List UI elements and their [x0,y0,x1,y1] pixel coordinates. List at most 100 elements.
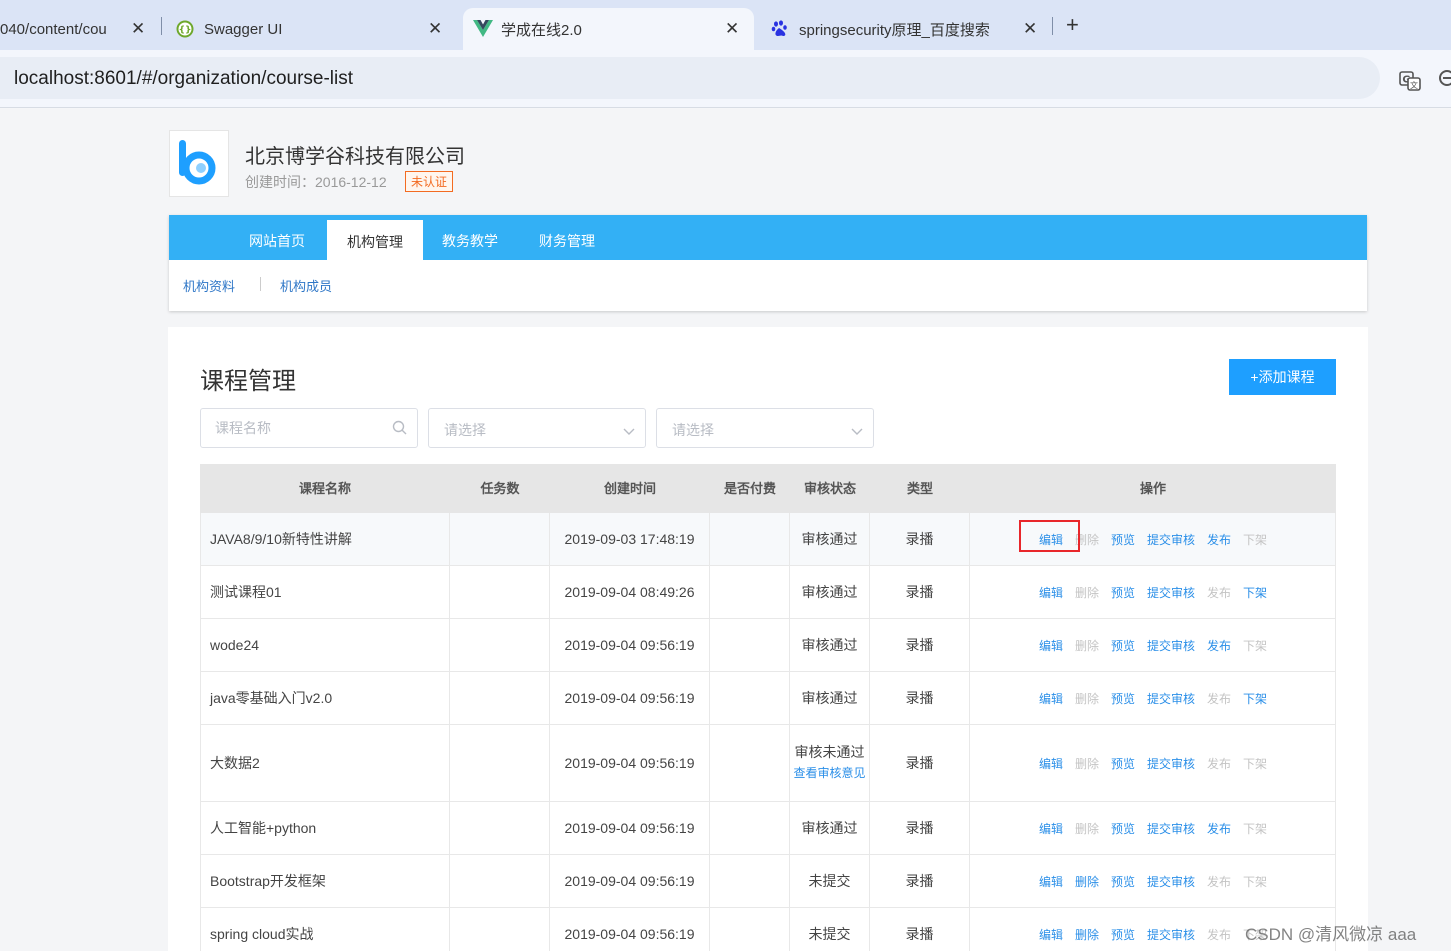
cell-paid [710,672,790,724]
unpublish-link[interactable]: 下架 [1243,584,1267,601]
row-actions: 编辑 删除 预览 提交审核 发布 下架 [970,584,1336,601]
publish-link: 发布 [1207,756,1232,771]
cell-type: 录播 [870,802,970,854]
cell-tasks [450,908,550,951]
close-tab-icon[interactable]: ✕ [1023,19,1037,39]
edit-link[interactable]: 编辑 [1039,820,1063,837]
cell-paid [710,908,790,951]
status-text: 审核通过 [801,636,858,653]
close-tab-icon[interactable]: ✕ [428,19,442,39]
submit-review-link[interactable]: 提交审核 [1147,690,1195,707]
nav-item-teaching[interactable]: 教务教学 [429,215,511,260]
preview-link[interactable]: 预览 [1111,755,1135,772]
status-box: 审核通过 [802,529,858,550]
preview-link[interactable]: 预览 [1111,926,1135,943]
preview-link[interactable]: 预览 [1111,637,1135,654]
course-name-input[interactable] [215,418,375,438]
translate-icon[interactable]: G文 [1399,70,1421,97]
cell-status: 审核通过 [790,513,870,565]
edit-link[interactable]: 编辑 [1039,926,1063,943]
browser-tab-content[interactable]: 040/content/cou ✕ [0,8,160,50]
submit-review-link[interactable]: 提交审核 [1147,755,1195,772]
status-box: 未提交 [809,871,851,892]
cell-paid [710,566,790,618]
cell-course-name: 大数据2 [200,725,450,801]
url-text[interactable]: localhost:8601/#/organization/course-lis… [14,68,353,90]
close-tab-icon[interactable]: ✕ [131,19,145,39]
edit-link[interactable]: 编辑 [1039,637,1063,654]
submit-review-link[interactable]: 提交审核 [1147,531,1195,548]
delete-link: 删除 [1074,691,1099,706]
cell-status: 未提交 [790,855,870,907]
subnav-org-info[interactable]: 机构资料 [183,276,235,295]
edit-link[interactable]: 编辑 [1039,584,1063,601]
preview-link[interactable]: 预览 [1111,873,1135,890]
submit-review-link[interactable]: 提交审核 [1147,873,1195,890]
org-logo [169,130,229,197]
preview-link[interactable]: 预览 [1111,531,1135,548]
browser-tab-baidu[interactable]: springsecurity原理_百度搜索 ✕ [771,8,1051,50]
cell-tasks [450,725,550,801]
status-text: 审核通过 [801,689,858,706]
chevron-down-icon [851,423,863,441]
main-nav-panel: 网站首页 机构管理 教务教学 财务管理 机构资料 机构成员 [169,215,1367,311]
edit-link[interactable]: 编辑 [1039,755,1063,772]
status-box: 审核通过 [802,582,858,603]
filter-select-1[interactable]: 请选择 [428,408,646,448]
cell-created-text: 2019-09-04 09:56:19 [564,873,695,889]
browser-tab-active[interactable]: 学成在线2.0 ✕ [463,8,754,50]
nav-item-finance[interactable]: 财务管理 [525,215,609,260]
cell-course-name: JAVA8/9/10新特性讲解 [200,513,450,565]
uncertified-badge: 未认证 [405,171,454,192]
unpublish-link[interactable]: 下架 [1243,690,1267,707]
add-course-button[interactable]: +添加课程 [1229,359,1336,395]
url-field[interactable]: localhost:8601/#/organization/course-lis… [0,57,1380,99]
submit-review-link[interactable]: 提交审核 [1147,637,1195,654]
delete-link[interactable]: 删除 [1075,926,1099,943]
cell-course-name: spring cloud实战 [200,908,450,951]
edit-highlight-box [1019,520,1080,552]
browser-tab-swagger[interactable]: {} Swagger UI ✕ [176,8,456,50]
publish-link[interactable]: 发布 [1207,820,1231,837]
edit-link[interactable]: 编辑 [1039,873,1063,890]
preview-link[interactable]: 预览 [1111,690,1135,707]
submit-review-link[interactable]: 提交审核 [1147,584,1195,601]
filter-select-2[interactable]: 请选择 [656,408,874,448]
close-tab-icon[interactable]: ✕ [725,19,739,39]
column-header-actions: 操作 [1139,481,1166,496]
submit-review-link[interactable]: 提交审核 [1147,926,1195,943]
table-row: spring cloud实战 2019-09-04 09:56:19 未提交 录播 编辑… [200,908,1336,951]
publish-link[interactable]: 发布 [1207,531,1231,548]
subnav-divider [260,277,261,291]
delete-link[interactable]: 删除 [1075,873,1099,890]
publish-link[interactable]: 发布 [1207,637,1231,654]
submit-review-link[interactable]: 提交审核 [1147,820,1195,837]
cell-status: 审核通过 [790,672,870,724]
search-icon[interactable] [392,420,407,440]
publish-link: 发布 [1207,874,1232,889]
column-header-name: 课程名称 [298,481,351,496]
view-review-comments-link[interactable]: 查看审核意见 [793,763,865,784]
cell-tasks [450,566,550,618]
preview-link[interactable]: 预览 [1111,820,1135,837]
nav-item-home[interactable]: 网站首页 [235,215,319,260]
zoom-icon[interactable] [1438,69,1451,92]
nav-item-org-management[interactable]: 机构管理 [327,220,423,260]
cell-paid [710,725,790,801]
cell-status: 未提交 [790,908,870,951]
csdn-watermark: CSDN @清风微凉 aaa [1245,925,1417,944]
new-tab-button[interactable]: + [1066,12,1079,38]
subnav-org-members[interactable]: 机构成员 [280,276,332,295]
course-name-search[interactable] [200,408,418,448]
preview-link[interactable]: 预览 [1111,584,1135,601]
cell-created: 2019-09-04 09:56:19 [550,725,710,801]
cell-created: 2019-09-03 17:48:19 [550,513,710,565]
svg-text:{}: {} [179,26,192,36]
cell-course-name: 测试课程01 [200,566,450,618]
row-actions: 编辑 删除 预览 提交审核 发布 下架 [970,690,1336,707]
cell-created: 2019-09-04 09:56:19 [550,802,710,854]
cell-tasks [450,802,550,854]
row-actions: 编辑 删除 预览 提交审核 发布 下架 [970,873,1336,890]
cell-created-text: 2019-09-04 09:56:19 [564,820,695,836]
edit-link[interactable]: 编辑 [1039,690,1063,707]
